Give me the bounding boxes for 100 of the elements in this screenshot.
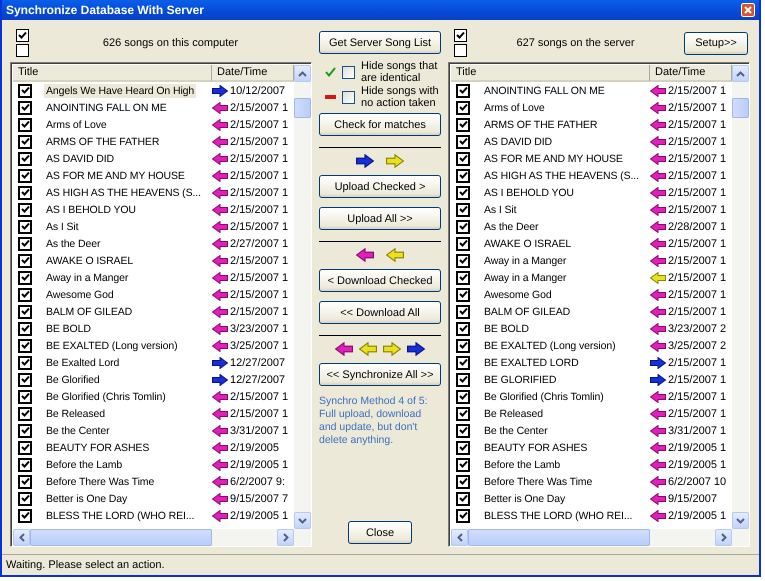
song-title[interactable]: As I Sit: [44, 220, 80, 234]
song-title[interactable]: Be the Center: [482, 424, 550, 438]
row-checkbox[interactable]: [18, 492, 32, 506]
row-checkbox[interactable]: [456, 372, 470, 386]
row-checkbox[interactable]: [456, 390, 470, 404]
chevron-left-icon[interactable]: [18, 533, 24, 542]
row-checkbox[interactable]: [18, 322, 32, 336]
row-checkbox[interactable]: [456, 288, 470, 302]
song-title[interactable]: AWAKE O ISRAEL: [482, 236, 574, 250]
column-header[interactable]: Date/Time: [212, 65, 294, 82]
song-title[interactable]: BLESS THE LORD (WHO REI...: [44, 508, 196, 522]
song-title[interactable]: Before the Lamb: [482, 458, 562, 472]
song-title[interactable]: Angels We Have Heard On High: [44, 84, 196, 98]
song-title[interactable]: BE EXALTED (Long version): [482, 338, 618, 352]
chevron-up-icon[interactable]: [298, 70, 307, 76]
get-song-list-button[interactable]: Get Server Song List: [319, 31, 441, 54]
close-icon[interactable]: [741, 3, 755, 17]
row-checkbox[interactable]: [18, 220, 32, 234]
scroll-thumb[interactable]: [732, 98, 749, 118]
song-title[interactable]: Be the Center: [44, 424, 112, 438]
song-title[interactable]: BE EXALTED (Long version): [44, 338, 180, 352]
row-checkbox[interactable]: [456, 236, 470, 250]
chevron-down-icon[interactable]: [736, 518, 745, 524]
row-checkbox[interactable]: [18, 372, 32, 386]
song-title[interactable]: BE BOLD: [482, 322, 531, 336]
song-title[interactable]: Be Released: [482, 406, 546, 420]
song-title[interactable]: Away in a Manger: [482, 270, 568, 284]
song-title[interactable]: ANOINTING FALL ON ME: [482, 84, 607, 98]
row-checkbox[interactable]: [456, 152, 470, 166]
scroll-thumb[interactable]: [294, 98, 311, 118]
song-title[interactable]: BLESS THE LORD (WHO REI...: [482, 508, 634, 522]
chevron-right-icon[interactable]: [282, 533, 288, 542]
row-checkbox[interactable]: [18, 440, 32, 454]
horizontal-scrollbar[interactable]: [451, 529, 749, 546]
row-checkbox[interactable]: [456, 100, 470, 114]
close-button[interactable]: Close: [348, 521, 412, 544]
action-button[interactable]: << Synchronize All >>: [319, 363, 441, 386]
checkbox[interactable]: [16, 29, 29, 42]
check-matches-button[interactable]: Check for matches: [319, 113, 441, 136]
action-button[interactable]: Upload All >>: [319, 207, 441, 230]
scroll-thumb[interactable]: [468, 529, 650, 546]
row-checkbox[interactable]: [456, 356, 470, 370]
row-checkbox[interactable]: [456, 270, 470, 284]
row-checkbox[interactable]: [18, 152, 32, 166]
checkbox[interactable]: [16, 44, 29, 57]
row-checkbox[interactable]: [456, 322, 470, 336]
song-title[interactable]: AS I BEHOLD YOU: [482, 186, 576, 200]
song-title[interactable]: AS I BEHOLD YOU: [44, 202, 138, 216]
row-checkbox[interactable]: [18, 338, 32, 352]
song-title[interactable]: BEAUTY FOR ASHES: [44, 440, 152, 454]
checkbox[interactable]: [342, 66, 355, 78]
row-checkbox[interactable]: [456, 406, 470, 420]
row-checkbox[interactable]: [18, 288, 32, 302]
song-title[interactable]: Be Glorified: [44, 372, 102, 386]
horizontal-scrollbar[interactable]: [13, 529, 311, 546]
song-title[interactable]: AS HIGH AS THE HEAVENS (S...: [482, 168, 641, 182]
row-checkbox[interactable]: [456, 254, 470, 268]
row-checkbox[interactable]: [18, 134, 32, 148]
song-title[interactable]: BEAUTY FOR ASHES: [482, 440, 590, 454]
row-checkbox[interactable]: [456, 492, 470, 506]
row-checkbox[interactable]: [18, 202, 32, 216]
row-checkbox[interactable]: [18, 236, 32, 250]
column-header[interactable]: Title: [451, 65, 650, 82]
row-checkbox[interactable]: [456, 338, 470, 352]
song-title[interactable]: Awesome God: [482, 288, 554, 302]
song-title[interactable]: Arms of Love: [44, 118, 109, 132]
song-title[interactable]: ARMS OF THE FATHER: [482, 118, 600, 132]
row-checkbox[interactable]: [456, 118, 470, 132]
checkbox[interactable]: [454, 44, 467, 57]
song-title[interactable]: Better is One Day: [44, 492, 130, 506]
row-checkbox[interactable]: [18, 390, 32, 404]
row-checkbox[interactable]: [18, 118, 32, 132]
vertical-scrollbar[interactable]: [732, 65, 749, 529]
row-checkbox[interactable]: [18, 474, 32, 488]
row-checkbox[interactable]: [456, 440, 470, 454]
row-checkbox[interactable]: [456, 134, 470, 148]
row-checkbox[interactable]: [18, 424, 32, 438]
row-checkbox[interactable]: [18, 508, 32, 522]
checkbox-label[interactable]: Hide songs with no action taken: [361, 85, 439, 109]
song-title[interactable]: BALM OF GILEAD: [44, 304, 134, 318]
song-title[interactable]: Away in a Manger: [44, 270, 130, 284]
action-button[interactable]: << Download All: [319, 301, 441, 324]
row-checkbox[interactable]: [456, 202, 470, 216]
row-checkbox[interactable]: [456, 458, 470, 472]
row-checkbox[interactable]: [18, 186, 32, 200]
row-checkbox[interactable]: [456, 186, 470, 200]
row-checkbox[interactable]: [18, 304, 32, 318]
song-title[interactable]: BALM OF GILEAD: [482, 304, 572, 318]
song-title[interactable]: Be Released: [44, 406, 108, 420]
row-checkbox[interactable]: [18, 406, 32, 420]
setup-button[interactable]: Setup>>: [684, 32, 748, 54]
row-checkbox[interactable]: [456, 220, 470, 234]
song-title[interactable]: Better is One Day: [482, 492, 568, 506]
row-checkbox[interactable]: [18, 458, 32, 472]
song-title[interactable]: AS DAVID DID: [482, 134, 554, 148]
song-title[interactable]: Be Exalted Lord: [44, 356, 122, 370]
song-title[interactable]: BE BOLD: [44, 322, 93, 336]
chevron-left-icon[interactable]: [456, 533, 462, 542]
song-title[interactable]: ARMS OF THE FATHER: [44, 134, 162, 148]
song-title[interactable]: AWAKE O ISRAEL: [44, 254, 136, 268]
